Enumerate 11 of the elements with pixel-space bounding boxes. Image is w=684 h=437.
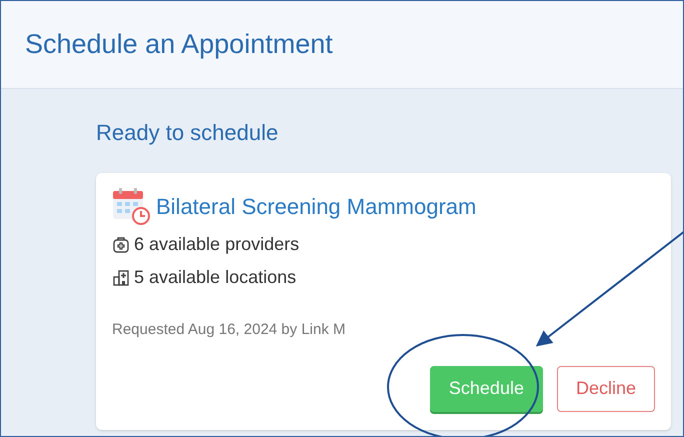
requested-text: Requested Aug 16, 2024 by Link M — [112, 320, 346, 340]
section-title: Ready to schedule — [96, 119, 280, 147]
detail-text: 5 available locations — [134, 266, 296, 289]
calendar-clock-icon — [112, 187, 150, 225]
hospital-building-icon — [112, 268, 130, 286]
schedule-button[interactable]: Schedule — [430, 366, 543, 412]
appointment-title[interactable]: Bilateral Screening Mammogram — [156, 190, 476, 222]
page-title: Schedule an Appointment — [25, 28, 333, 62]
decline-button[interactable]: Decline — [556, 366, 655, 412]
medical-bag-icon — [112, 236, 130, 254]
detail-text: 6 available providers — [134, 233, 300, 256]
